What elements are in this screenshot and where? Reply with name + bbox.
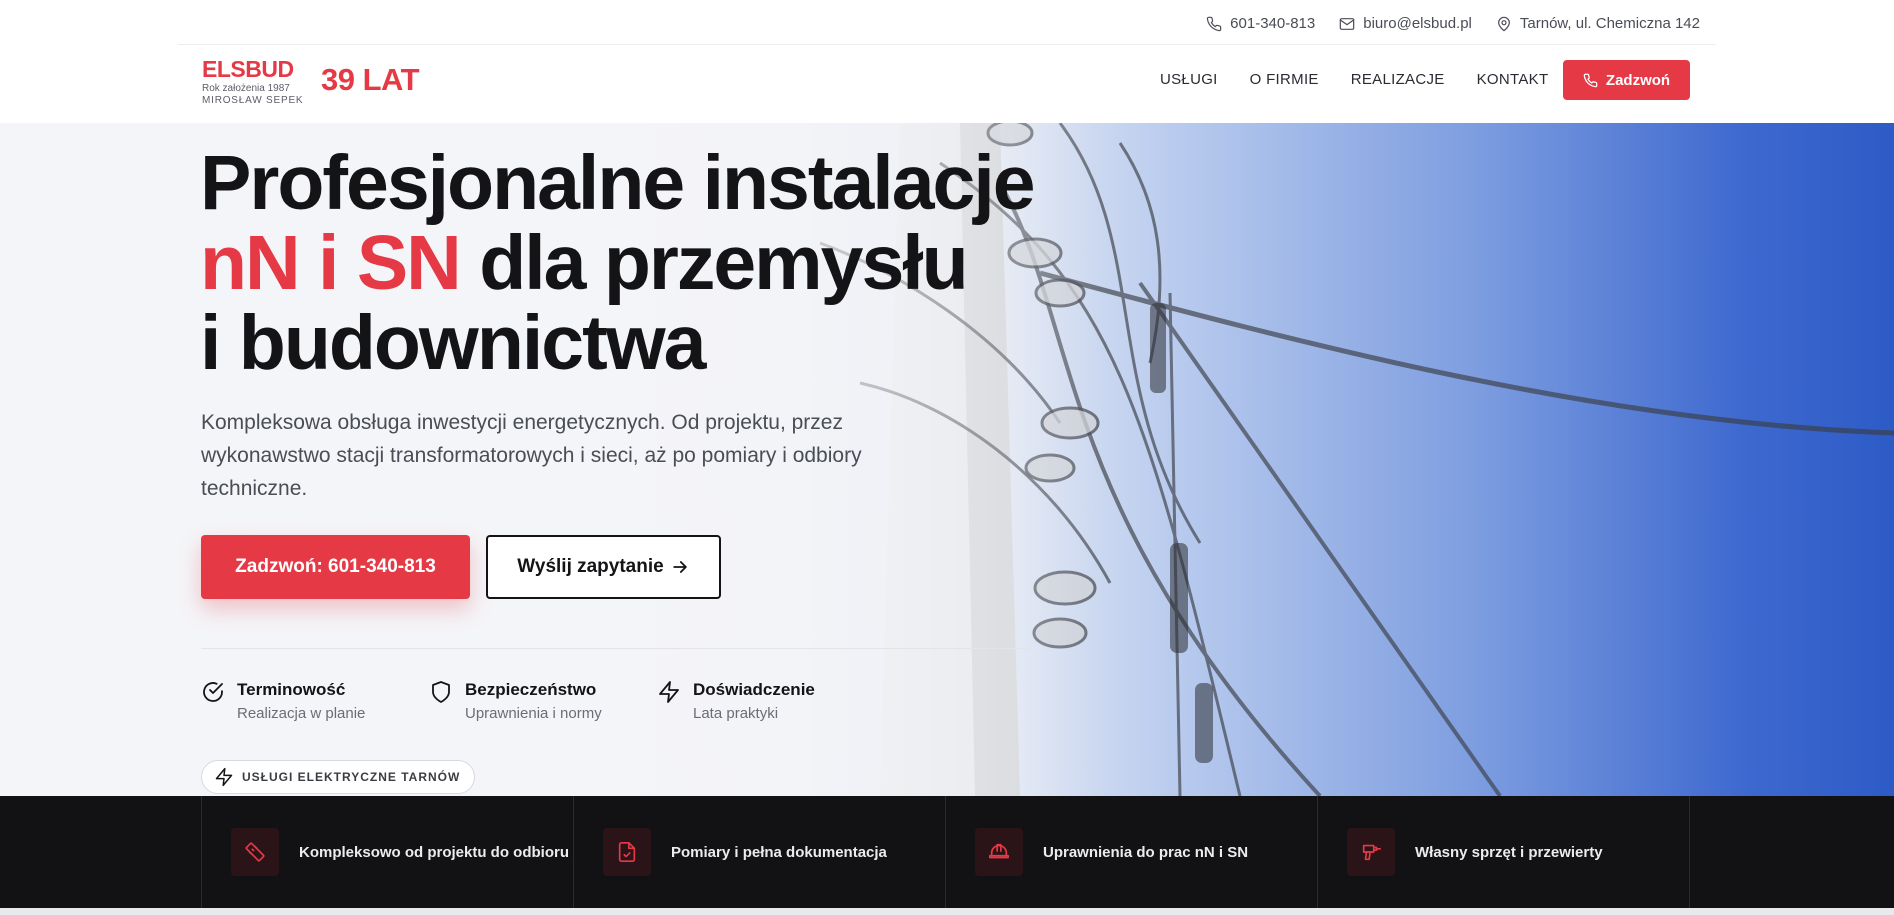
- call-now-button[interactable]: Zadzwoń: 601-340-813: [201, 535, 470, 599]
- send-inquiry-label: Wyślij zapytanie: [517, 556, 664, 577]
- headline-line-2: dla przemysłu: [459, 220, 969, 306]
- site-header: ELSBUD Rok założenia 1987 MIROSŁAW SEPEK…: [0, 45, 1894, 123]
- ruler-icon: [231, 828, 279, 876]
- location-tag: USŁUGI ELEKTRYCZNE TARNÓW: [201, 760, 476, 794]
- benefit-item: Pomiary i pełna dokumentacja: [574, 796, 946, 908]
- benefit-label: Kompleksowo od projektu do odbioru: [299, 843, 569, 861]
- shield-icon: [432, 681, 450, 703]
- location-tag-label: USŁUGI ELEKTRYCZNE TARNÓW: [242, 770, 461, 784]
- feature-item: Doświadczenie Lata praktyki: [657, 680, 885, 724]
- hero-headline: Profesjonalne instalacje nN i SN dla prz…: [200, 140, 1036, 386]
- benefit-label: Własny sprzęt i przewierty: [1415, 843, 1603, 861]
- benefit-item: Uprawnienia do prac nN i SN: [946, 796, 1318, 908]
- header-call-label: Zadzwoń: [1605, 71, 1671, 89]
- contact-email-text: biuro@elsbud.pl: [1363, 15, 1472, 32]
- contact-bar: 601-340-813 biuro@elsbud.pl Tarnów, ul. …: [0, 0, 1894, 45]
- logo[interactable]: ELSBUD Rok założenia 1987 MIROSŁAW SEPEK: [202, 57, 303, 107]
- lightning-icon: [215, 767, 233, 787]
- benefits-strip: Kompleksowo od projektu do odbioru Pomia…: [0, 796, 1894, 908]
- contact-phone[interactable]: 601-340-813: [1206, 15, 1315, 32]
- feature-title: Bezpieczeństwo: [465, 680, 597, 699]
- nav-item-realizacje[interactable]: REALIZACJE: [1351, 71, 1445, 88]
- benefits-strip-inner: Kompleksowo od projektu do odbioru Pomia…: [201, 796, 1690, 908]
- feature-subtitle: Uprawnienia i normy: [465, 705, 602, 722]
- feature-subtitle: Lata praktyki: [693, 705, 779, 722]
- check-circle-icon: [203, 682, 223, 702]
- nav-item-uslugi[interactable]: USŁUGI: [1160, 71, 1218, 88]
- header-call-button[interactable]: Zadzwoń: [1563, 60, 1690, 100]
- hero-lead: Kompleksowa obsługa inwestycji energetyc…: [201, 411, 862, 500]
- headline-line-1: Profesjonalne instalacje: [200, 140, 1036, 226]
- nav-item-kontakt[interactable]: KONTAKT: [1477, 71, 1549, 88]
- logo-name: ELSBUD: [202, 56, 294, 82]
- feature-title: Terminowość: [237, 680, 346, 699]
- contact-address[interactable]: Tarnów, ul. Chemiczna 142: [1496, 15, 1700, 32]
- drill-icon: [1347, 828, 1395, 876]
- headline-line-3: i budownictwa: [200, 300, 706, 386]
- years-badge: 39 LAT: [321, 62, 420, 97]
- logo-owner: MIROSŁAW SEPEK: [202, 95, 304, 106]
- headline-accent: nN i SN: [200, 220, 462, 306]
- contact-email[interactable]: biuro@elsbud.pl: [1339, 15, 1472, 32]
- benefit-item: Kompleksowo od projektu do odbioru: [202, 796, 574, 908]
- send-inquiry-button[interactable]: Wyślij zapytanie: [486, 535, 721, 599]
- benefit-label: Pomiary i pełna dokumentacja: [671, 843, 887, 861]
- hero-section: Profesjonalne instalacje nN i SN dla prz…: [0, 123, 1894, 796]
- lightning-icon: [659, 681, 679, 703]
- contact-list: 601-340-813 biuro@elsbud.pl Tarnów, ul. …: [1206, 15, 1700, 32]
- hero-divider: [201, 648, 1031, 649]
- phone-icon: [1583, 73, 1598, 87]
- phone-icon: [1206, 16, 1222, 31]
- feature-list: Terminowość Realizacja w planie Bezpiecz…: [201, 680, 885, 724]
- hard-hat-icon: [975, 828, 1023, 876]
- map-pin-icon: [1497, 16, 1510, 31]
- feature-subtitle: Realizacja w planie: [237, 705, 366, 722]
- page-bottom-edge: [0, 908, 1894, 915]
- mail-icon: [1339, 17, 1355, 30]
- feature-title: Doświadczenie: [693, 680, 815, 699]
- benefit-label: Uprawnienia do prac nN i SN: [1043, 843, 1249, 861]
- contact-bar-inner: 601-340-813 biuro@elsbud.pl Tarnów, ul. …: [178, 0, 1716, 45]
- nav-item-o-firmie[interactable]: O FIRMIE: [1250, 71, 1319, 88]
- logo-founded: Rok założenia 1987: [202, 83, 290, 94]
- arrow-right-icon: [672, 561, 687, 573]
- feature-item: Terminowość Realizacja w planie: [201, 680, 429, 724]
- main-nav: USŁUGI O FIRMIE REALIZACJE KONTAKT: [1160, 71, 1548, 88]
- document-check-icon: [603, 828, 651, 876]
- feature-item: Bezpieczeństwo Uprawnienia i normy: [429, 680, 657, 724]
- contact-phone-text: 601-340-813: [1230, 15, 1316, 32]
- contact-address-text: Tarnów, ul. Chemiczna 142: [1519, 15, 1700, 32]
- call-now-label: Zadzwoń: 601-340-813: [235, 556, 436, 577]
- benefit-item: Własny sprzęt i przewierty: [1318, 796, 1690, 908]
